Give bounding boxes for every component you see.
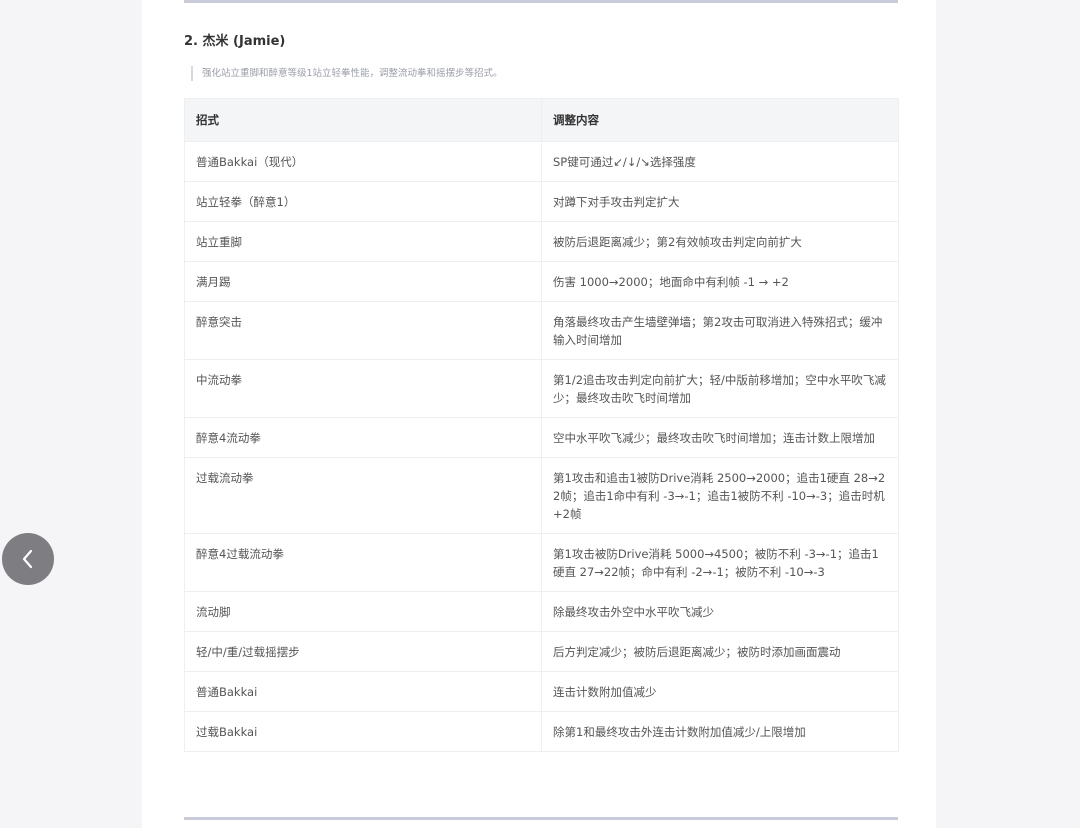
table-row: 轻/中/重/过载摇摆步 后方判定减少；被防后退距离减少；被防时添加画面震动: [184, 631, 899, 672]
change-detail-cell: 第1攻击和追击1被防Drive消耗 2500→2000；追击1硬直 28→22帧…: [541, 457, 899, 534]
move-name-cell: 轻/中/重/过载摇摆步: [184, 631, 542, 672]
table-row: 满月踢 伤害 1000→2000；地面命中有利帧 -1 → +2: [184, 261, 899, 302]
change-detail-cell: 后方判定减少；被防后退距离减少；被防时添加画面震动: [541, 631, 899, 672]
table-row: 流动脚 除最终攻击外空中水平吹飞减少: [184, 591, 899, 632]
move-name-cell: 流动脚: [184, 591, 542, 632]
table-header-row: 招式 调整内容: [184, 98, 899, 142]
change-detail-cell: 除最终攻击外空中水平吹飞减少: [541, 591, 899, 632]
change-detail-cell: 伤害 1000→2000；地面命中有利帧 -1 → +2: [541, 261, 899, 302]
move-name-cell: 醉意4过载流动拳: [184, 533, 542, 592]
move-name-cell: 醉意4流动拳: [184, 417, 542, 458]
header-move: 招式: [184, 98, 542, 142]
change-detail-cell: 连击计数附加值减少: [541, 671, 899, 712]
table-row: 过载流动拳 第1攻击和追击1被防Drive消耗 2500→2000；追击1硬直 2…: [184, 457, 899, 534]
move-name-cell: 满月踢: [184, 261, 542, 302]
change-detail-cell: 第1/2追击攻击判定向前扩大；轻/中版前移增加；空中水平吹飞减少；最终攻击吹飞时…: [541, 359, 899, 418]
table-row: 醉意4流动拳 空中水平吹飞减少；最终攻击吹飞时间增加；连击计数上限增加: [184, 417, 899, 458]
section-summary-quote: 强化站立重脚和醉意等级1站立轻拳性能，调整流动拳和摇摆步等招式。: [191, 66, 503, 81]
table-row: 站立重脚 被防后退距离减少；第2有效帧攻击判定向前扩大: [184, 221, 899, 262]
move-name-cell: 过载流动拳: [184, 457, 542, 534]
header-change: 调整内容: [541, 98, 899, 142]
move-name-cell: 过载Bakkai: [184, 711, 542, 752]
table-row: 中流动拳 第1/2追击攻击判定向前扩大；轻/中版前移增加；空中水平吹飞减少；最终攻…: [184, 359, 899, 418]
change-detail-cell: 对蹲下对手攻击判定扩大: [541, 181, 899, 222]
table-row: 站立轻拳（醉意1） 对蹲下对手攻击判定扩大: [184, 181, 899, 222]
change-detail-cell: 空中水平吹飞减少；最终攻击吹飞时间增加；连击计数上限增加: [541, 417, 899, 458]
move-name-cell: 醉意突击: [184, 301, 542, 360]
change-detail-cell: 角落最终攻击产生墙壁弹墙；第2攻击可取消进入特殊招式；缓冲输入时间增加: [541, 301, 899, 360]
move-name-cell: 站立轻拳（醉意1）: [184, 181, 542, 222]
table-row: 醉意4过载流动拳 第1攻击被防Drive消耗 5000→4500；被防不利 -3→…: [184, 533, 899, 592]
move-name-cell: 普通Bakkai: [184, 671, 542, 712]
back-button[interactable]: [2, 533, 54, 585]
change-detail-cell: 被防后退距离减少；第2有效帧攻击判定向前扩大: [541, 221, 899, 262]
section-title: 2. 杰米 (Jamie): [184, 34, 286, 49]
table-row: 过载Bakkai 除第1和最终攻击外连击计数附加值减少/上限增加: [184, 711, 899, 752]
change-detail-cell: 除第1和最终攻击外连击计数附加值减少/上限增加: [541, 711, 899, 752]
move-changes-table: 招式 调整内容 普通Bakkai（现代） SP键可通过↙/↓/↘选择强度 站立轻拳（…: [184, 98, 899, 752]
top-divider: [184, 0, 898, 3]
move-name-cell: 普通Bakkai（现代）: [184, 141, 542, 182]
bottom-divider: [184, 817, 898, 820]
table-row: 醉意突击 角落最终攻击产生墙壁弹墙；第2攻击可取消进入特殊招式；缓冲输入时间增加: [184, 301, 899, 360]
change-detail-cell: 第1攻击被防Drive消耗 5000→4500；被防不利 -3→-1；追击1硬直…: [541, 533, 899, 592]
change-detail-cell: SP键可通过↙/↓/↘选择强度: [541, 141, 899, 182]
article-page: 2. 杰米 (Jamie) 强化站立重脚和醉意等级1站立轻拳性能，调整流动拳和摇…: [142, 0, 936, 828]
table-row: 普通Bakkai 连击计数附加值减少: [184, 671, 899, 712]
table-row: 普通Bakkai（现代） SP键可通过↙/↓/↘选择强度: [184, 141, 899, 182]
move-name-cell: 站立重脚: [184, 221, 542, 262]
chevron-left-icon: [22, 549, 33, 569]
move-name-cell: 中流动拳: [184, 359, 542, 418]
